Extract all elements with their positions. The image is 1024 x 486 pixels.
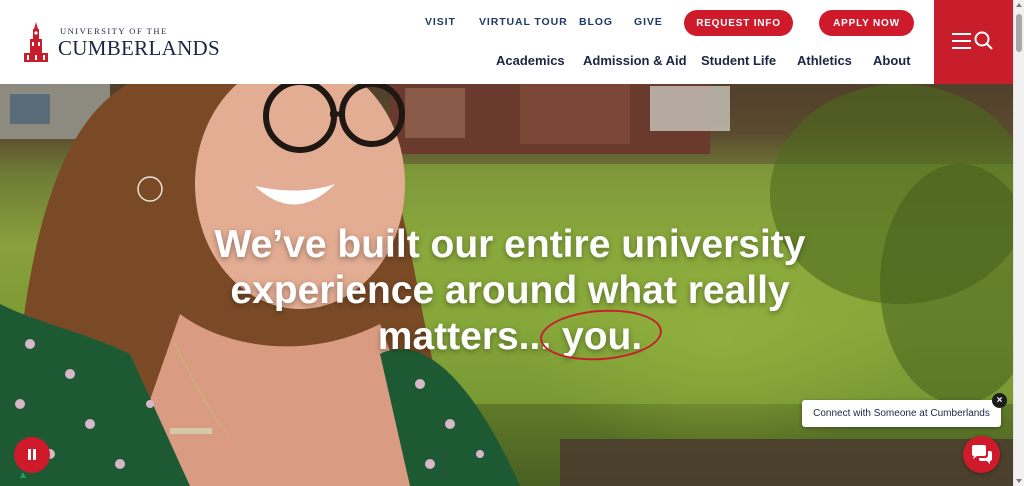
nav-give-link[interactable]: GIVE	[634, 16, 663, 28]
request-info-button[interactable]: REQUEST INFO	[684, 10, 793, 36]
hero-headline: We’ve built our entire university experi…	[130, 222, 890, 365]
hero-headline-emphasis: you.	[538, 305, 664, 365]
pause-video-button[interactable]	[14, 437, 50, 473]
site-header: UNIVERSITY OF THE CUMBERLANDS VISIT VIRT…	[0, 0, 1024, 84]
nav-athletics[interactable]: Athletics	[797, 53, 852, 68]
apply-now-button[interactable]: APPLY NOW	[819, 10, 914, 36]
pause-icon	[28, 449, 31, 460]
nav-virtual-tour-link[interactable]: VIRTUAL TOUR	[479, 16, 568, 28]
nav-student-life[interactable]: Student Life	[701, 53, 776, 68]
hamburger-search-icon	[952, 31, 993, 50]
scrollbar-thumb[interactable]	[1016, 14, 1022, 52]
clock-tower-logo-icon	[24, 22, 48, 62]
scroll-down-arrow-icon[interactable]	[1016, 479, 1022, 483]
hand-drawn-circle-icon	[538, 305, 664, 365]
logo-tagline: UNIVERSITY OF THE	[60, 26, 168, 36]
open-chat-button[interactable]	[963, 436, 1000, 473]
nav-about[interactable]: About	[873, 53, 911, 68]
hero-headline-line-2: experience around what really	[230, 269, 790, 312]
accessibility-indicator-icon: ▲	[18, 470, 28, 481]
close-chat-prompt-button[interactable]: ×	[992, 393, 1007, 408]
hero-headline-line-1: We’ve built our entire university	[214, 223, 806, 266]
page-scrollbar[interactable]	[1013, 0, 1024, 486]
pause-icon-bar	[33, 449, 36, 460]
nav-visit-link[interactable]: VISIT	[425, 16, 456, 28]
hero-headline-prefix: matters...	[377, 315, 552, 358]
chat-prompt-bubble[interactable]: Connect with Someone at Cumberlands	[802, 400, 1001, 427]
university-logo[interactable]: UNIVERSITY OF THE CUMBERLANDS	[24, 22, 220, 64]
nav-admission-aid[interactable]: Admission & Aid	[583, 53, 687, 68]
menu-search-button[interactable]	[934, 0, 1013, 84]
nav-academics[interactable]: Academics	[496, 53, 565, 68]
hero-headline-line-3: matters... you.	[130, 305, 890, 365]
nav-blog-link[interactable]: BLOG	[579, 16, 613, 28]
logo-wordmark: CUMBERLANDS	[58, 36, 220, 60]
scroll-up-arrow-icon[interactable]	[1016, 3, 1022, 7]
chat-bubbles-icon	[972, 445, 992, 464]
